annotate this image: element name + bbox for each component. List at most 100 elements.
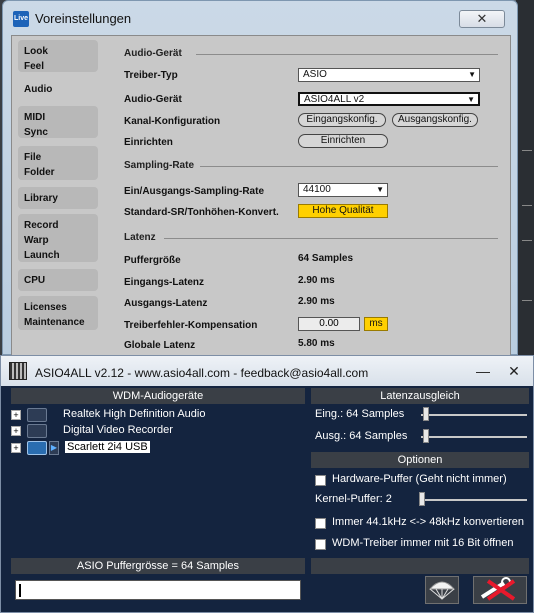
expand-icon[interactable]: +: [11, 410, 21, 420]
overall-latency-value: 5.80 ms: [298, 338, 335, 349]
sample-rate-label: Ein/Ausgangs-Sampling-Rate: [124, 186, 265, 197]
devices-header: WDM-Audiogeräte: [11, 388, 305, 404]
tab-label: Launch: [24, 250, 60, 261]
sample-rate-dropdown[interactable]: 44100 ▼: [298, 183, 388, 197]
tab-label: CPU: [24, 275, 46, 286]
tab-label: Audio: [24, 84, 53, 95]
sr-conversion-button[interactable]: Hohe Qualität: [298, 204, 388, 218]
driver-type-label: Treiber-Typ: [124, 70, 178, 81]
background-tick: [522, 240, 532, 241]
device-row[interactable]: + Realtek High Definition Audio: [11, 407, 305, 423]
expand-icon[interactable]: +: [11, 426, 21, 436]
tab-label: Warp: [24, 235, 49, 246]
driver-error-input[interactable]: 0.00: [298, 317, 360, 331]
audio-device-value: ASIO4ALL v2: [304, 94, 365, 105]
options-header: Optionen: [311, 452, 529, 468]
audio-device-label: Audio-Gerät: [124, 94, 182, 105]
driver-type-dropdown[interactable]: ASIO ▼: [298, 68, 480, 82]
section-divider: [200, 166, 498, 167]
buffer-size-header: ASIO Puffergrösse = 64 Samples: [11, 558, 305, 574]
device-power-icon[interactable]: [27, 424, 47, 438]
tab-label: Folder: [24, 167, 55, 178]
driver-type-value: ASIO: [303, 69, 327, 80]
tab-label: Feel: [24, 61, 45, 72]
output-config-button[interactable]: Ausgangskonfig.: [392, 113, 478, 127]
asio-close-button[interactable]: ✕: [501, 362, 527, 380]
tab-file-folder[interactable]: File Folder: [18, 146, 98, 180]
buffer-size-value: 64 Samples: [298, 253, 354, 264]
latency-header: Latenzausgleich: [311, 388, 529, 404]
section-heading-audio-device: Audio-Gerät: [124, 48, 182, 59]
tab-record-warp-launch[interactable]: Record Warp Launch: [18, 214, 98, 262]
output-latency-value: 2.90 ms: [298, 296, 335, 307]
hw-buffer-checkbox[interactable]: [315, 475, 326, 486]
parachute-icon: [428, 581, 456, 600]
preferences-window: Live Voreinstellungen ✕ Look Feel Audio …: [2, 0, 518, 356]
asio-logo-icon: [9, 362, 27, 380]
device-name: Realtek High Definition Audio: [63, 408, 206, 420]
output-latency-label: Ausgangs-Latenz: [124, 298, 208, 309]
section-divider: [196, 54, 498, 55]
setup-button[interactable]: Einrichten: [298, 134, 388, 148]
preferences-titlebar: Live Voreinstellungen ✕: [3, 1, 517, 35]
background-strip-right: [516, 0, 534, 355]
buffer-size-header-right: [311, 558, 529, 574]
sr-conversion-label: Standard-SR/Tonhöhen-Konvert.: [124, 207, 279, 218]
input-latency-value: 2.90 ms: [298, 275, 335, 286]
background-tick: [522, 150, 532, 151]
tab-label: Licenses: [24, 302, 67, 313]
tab-cpu[interactable]: CPU: [18, 269, 98, 291]
expand-icon[interactable]: +: [11, 443, 21, 453]
input-latency-slider-thumb[interactable]: [423, 407, 429, 421]
input-config-button[interactable]: Eingangskonfig.: [298, 113, 386, 127]
tab-label: Maintenance: [24, 317, 85, 328]
chevron-down-icon: ▼: [467, 95, 475, 104]
input-latency-slider-track[interactable]: [421, 414, 527, 416]
play-icon[interactable]: ▶: [49, 441, 59, 455]
convert-checkbox[interactable]: [315, 518, 326, 529]
input-latency-label: Eingangs-Latenz: [124, 277, 205, 288]
wdm16-checkbox[interactable]: [315, 539, 326, 550]
audio-settings-panel: Audio-Gerät Treiber-Typ ASIO ▼ Audio-Ger…: [112, 36, 510, 355]
tab-label: Library: [24, 193, 58, 204]
kernel-buffer-label: Kernel-Puffer: 2: [315, 493, 392, 505]
buffer-size-input[interactable]: [15, 580, 301, 600]
tab-licenses-maintenance[interactable]: Licenses Maintenance: [18, 296, 98, 330]
chevron-down-icon: ▼: [376, 185, 384, 194]
live-logo-icon: Live: [13, 11, 29, 27]
device-power-icon[interactable]: [27, 441, 47, 455]
device-row[interactable]: + Digital Video Recorder: [11, 423, 305, 439]
text-caret: [19, 584, 21, 597]
output-latency-slider-track[interactable]: [421, 436, 527, 438]
tab-label: Sync: [24, 127, 48, 138]
tab-library[interactable]: Library: [18, 187, 98, 209]
tab-label: File: [24, 152, 42, 163]
asio-window-title: ASIO4ALL v2.12 - www.asio4all.com - feed…: [35, 366, 369, 380]
parachute-button[interactable]: [425, 576, 459, 604]
advanced-settings-button[interactable]: [473, 576, 527, 604]
buffer-size-label: Puffergröße: [124, 255, 181, 266]
input-latency-text: Eing.: 64 Samples: [315, 408, 405, 420]
tab-label: Look: [24, 46, 48, 57]
kernel-buffer-slider-track[interactable]: [419, 499, 527, 501]
preferences-body: Look Feel Audio MIDI Sync File Folder Li…: [11, 35, 511, 356]
output-latency-slider-thumb[interactable]: [423, 429, 429, 443]
close-button[interactable]: ✕: [459, 10, 505, 28]
chevron-down-icon: ▼: [468, 70, 476, 79]
section-heading-latency: Latenz: [124, 232, 156, 243]
device-row[interactable]: + ▶ Scarlett 2i4 USB: [11, 440, 305, 456]
driver-error-unit-button[interactable]: ms: [364, 317, 388, 331]
tab-label: Record: [24, 220, 59, 231]
device-name: Scarlett 2i4 USB: [65, 441, 150, 453]
tab-look-feel[interactable]: Look Feel: [18, 40, 98, 72]
minimize-button[interactable]: —: [473, 362, 493, 380]
asio4all-window: ASIO4ALL v2.12 - www.asio4all.com - feed…: [0, 355, 534, 613]
overall-latency-label: Globale Latenz: [124, 340, 196, 351]
device-name: Digital Video Recorder: [63, 424, 173, 436]
tab-label: MIDI: [24, 112, 46, 123]
device-power-icon[interactable]: [27, 408, 47, 422]
asio-titlebar: ASIO4ALL v2.12 - www.asio4all.com - feed…: [1, 356, 533, 386]
audio-device-dropdown[interactable]: ASIO4ALL v2 ▼: [298, 92, 480, 106]
kernel-buffer-slider-thumb[interactable]: [419, 492, 425, 506]
tab-midi-sync[interactable]: MIDI Sync: [18, 106, 98, 138]
